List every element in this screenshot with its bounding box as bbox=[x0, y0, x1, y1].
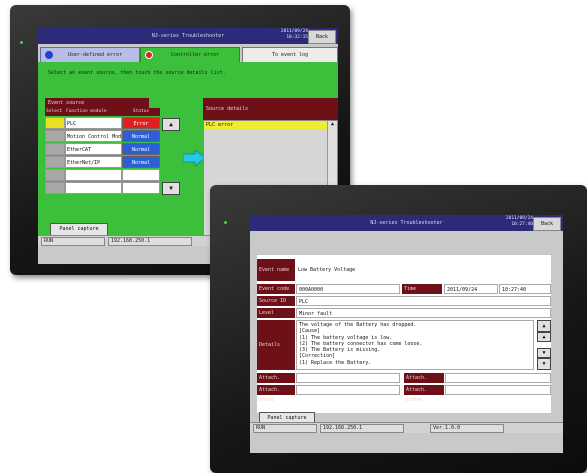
row-select[interactable] bbox=[45, 130, 65, 142]
details-label: Details bbox=[257, 320, 295, 370]
row-select[interactable] bbox=[45, 156, 65, 168]
back-button[interactable]: Back bbox=[533, 217, 561, 231]
event-detail-panel: Event name Low Battery Voltage Event cod… bbox=[257, 255, 551, 413]
row-module: PLC bbox=[65, 117, 122, 129]
run-status: RUN bbox=[253, 424, 317, 433]
status-bar: RUN 192.168.250.1 Ver.1.0.0 bbox=[250, 422, 563, 433]
row-module: EtherCAT bbox=[65, 143, 122, 155]
blue-circle-icon bbox=[45, 51, 53, 59]
row-module: EtherNet/IP bbox=[65, 156, 122, 168]
ip-address: 192.168.250.1 bbox=[320, 424, 404, 433]
row-select[interactable] bbox=[45, 117, 65, 129]
source-label: Source ID bbox=[257, 296, 295, 306]
source-value: PLC bbox=[296, 296, 551, 306]
row-select[interactable] bbox=[45, 143, 65, 155]
row-select[interactable] bbox=[45, 182, 65, 194]
row-module bbox=[65, 169, 122, 181]
row-module bbox=[65, 182, 122, 194]
line-up-button[interactable]: ▲ bbox=[537, 332, 551, 342]
attach-info4-value bbox=[445, 385, 551, 395]
instruction-text: Select an event source, then touch the s… bbox=[48, 70, 226, 76]
time-text: 10:32:15 bbox=[286, 35, 308, 40]
line-down-button[interactable]: ▼ bbox=[537, 348, 551, 358]
datetime: 2011/09/24 10:32:15 bbox=[281, 29, 308, 41]
tab-controller-error[interactable]: Controller error bbox=[140, 47, 240, 63]
arrow-right-icon bbox=[183, 150, 205, 166]
attach-info2-label: Attach. info2 bbox=[257, 385, 295, 403]
row-select[interactable] bbox=[45, 169, 65, 181]
status-badge: Error bbox=[122, 117, 160, 129]
run-indicator bbox=[20, 40, 23, 44]
red-circle-icon bbox=[145, 51, 153, 59]
event-date-value: 2011/09/24 bbox=[444, 284, 498, 294]
title-bar: NJ-series Troubleshooter 2011/09/24 10:2… bbox=[250, 215, 563, 231]
source-details-header: Source details bbox=[203, 98, 338, 120]
row-module: Motion Control Mod bbox=[65, 130, 122, 142]
event-code-label: Event code bbox=[257, 284, 295, 294]
attach-info2-value bbox=[296, 385, 400, 395]
details-line: (1) Replace the Battery. bbox=[299, 359, 372, 366]
row-status bbox=[122, 169, 160, 181]
event-name-label: Event name bbox=[257, 259, 295, 281]
scroll-up-arrow-icon[interactable]: ▲ bbox=[328, 121, 337, 127]
event-source-header: Event source bbox=[45, 98, 149, 108]
col-select: Select bbox=[45, 108, 65, 116]
event-code-value: 000A0000 bbox=[296, 284, 400, 294]
back-button[interactable]: Back bbox=[308, 30, 336, 44]
attach-info1-value bbox=[296, 373, 400, 383]
scroll-up-button[interactable]: ▲ bbox=[162, 118, 180, 131]
datetime: 2011/09/24 10:27:40 bbox=[506, 216, 533, 228]
status-badge: Normal bbox=[122, 143, 160, 155]
event-name-value: Low Battery Voltage bbox=[296, 259, 551, 281]
details-text: The voltage of the Battery has dropped. … bbox=[296, 320, 534, 370]
troubleshooter-screen-details: NJ-series Troubleshooter 2011/09/24 10:2… bbox=[250, 215, 563, 453]
page-up-button[interactable]: ▲ bbox=[537, 320, 551, 332]
row-status bbox=[122, 182, 160, 194]
attach-info3-value bbox=[445, 373, 551, 383]
col-function-module: Function module bbox=[65, 108, 122, 116]
page-down-button[interactable]: ▼ bbox=[537, 358, 551, 370]
status-badge: Normal bbox=[122, 156, 160, 168]
version-info: Ver.1.0.0 bbox=[430, 424, 504, 433]
attach-info3-label: Attach. info3 bbox=[404, 373, 444, 391]
scroll-down-button[interactable]: ▼ bbox=[162, 182, 180, 195]
tab-user-defined-error[interactable]: User-defined error bbox=[40, 47, 140, 63]
event-time-value: 10:27:40 bbox=[499, 284, 551, 294]
tab-label: User-defined error bbox=[67, 52, 123, 58]
to-event-log-button[interactable]: To event log bbox=[242, 47, 338, 63]
time-label: Time bbox=[402, 284, 442, 294]
level-value: Minor fault bbox=[296, 308, 551, 318]
run-status: RUN bbox=[41, 237, 105, 246]
col-status: Status bbox=[122, 108, 160, 116]
time-text: 10:27:40 bbox=[511, 222, 533, 227]
status-badge: Normal bbox=[122, 130, 160, 142]
attach-info1-label: Attach. info1 bbox=[257, 373, 295, 391]
attach-info4-label: Attach. info4 bbox=[404, 385, 444, 403]
tab-label: Controller error bbox=[170, 52, 220, 58]
ip-address: 192.168.250.1 bbox=[108, 237, 192, 246]
level-label: Level bbox=[257, 308, 295, 318]
title-bar: NJ-series Troubleshooter 2011/09/24 10:3… bbox=[38, 28, 338, 44]
source-details-item[interactable]: PLC error bbox=[204, 121, 327, 129]
run-indicator bbox=[224, 220, 227, 224]
